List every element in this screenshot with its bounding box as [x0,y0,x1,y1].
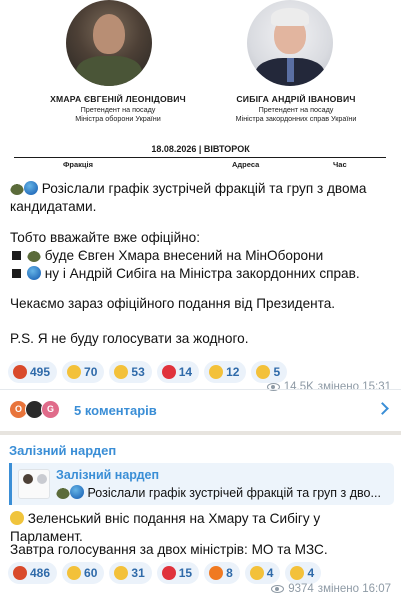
reaction-heart[interactable]: 15 [156,562,200,584]
post2-text-line2: Завтра голосування за двох міністрів: МО… [10,542,328,557]
reaction-heart[interactable]: 14 [156,361,200,383]
crown-icon [10,511,24,525]
post-bullet-2: ну і Андрій Сибіга на Міністра закордонн… [10,265,394,283]
post-text-line3: Чекаємо зараз офіційного подання від Пре… [10,296,336,311]
candidate-1-name: ХМАРА ЄВГЕНІЙ ЛЕОНІДОВИЧ [50,94,186,104]
scream-face-icon [290,566,305,580]
quote-text: Розіслали графік зустрічей фракцій та гр… [56,485,392,500]
reaction-thumbs-up[interactable]: 53 [109,361,152,383]
comments-button[interactable]: O G 5 коментарів [0,390,401,431]
red-heart-icon [161,365,176,379]
candidate-2-role: Претендент на посаду [258,105,334,114]
reaction-angry[interactable]: 486 [8,562,58,584]
quote-thumbnail [18,469,50,499]
fire-icon [209,566,224,580]
candidate-1-role-position: Міністра оборони України [75,114,161,123]
post-bullet-1: буде Євген Хмара внесений на МінОборони [10,247,394,265]
reaction-rofl[interactable]: 31 [109,562,152,584]
military-helmet-icon [27,248,41,262]
reaction-exploding-head[interactable]: 5 [251,361,288,383]
angry-face-icon [13,365,27,379]
view-count: 9374 [288,583,314,595]
comments-label: 5 коментарів [74,403,157,418]
thumbs-up-icon [114,365,129,379]
reaction-fire[interactable]: 8 [204,562,240,584]
column-header-address: Адреса [232,160,260,169]
candidate-1-caption: ХМАРА ЄВГЕНІЙ ЛЕОНІДОВИЧ Претендент на п… [48,94,188,123]
reactions-bar: 495 70 53 14 12 5 [8,361,288,383]
post-text-line4: P.S. Я не буду голосувати за жодного. [10,331,249,346]
red-heart-icon [161,566,176,580]
chevron-right-icon [376,402,389,415]
military-helmet-icon [56,485,70,499]
thumbs-up-icon [249,566,264,580]
crying-face-icon [209,365,224,379]
reactions-bar: 486 60 31 15 8 4 4 [8,562,322,584]
candidate-2-name: СИБІГА АНДРІЙ ІВАНОВИЧ [236,94,356,104]
channel-post: ХМАРА ЄВГЕНІЙ ЛЕОНІДОВИЧ Претендент на п… [0,0,401,431]
angry-face-icon [13,566,27,580]
rofl-face-icon [67,365,82,379]
schedule-divider [14,157,386,158]
edited-time: змінено 16:07 [317,583,391,595]
channel-post: Залізний нардеп Залізний нардеп Розіслал… [0,435,401,600]
reaction-exploding-head[interactable]: 60 [62,562,105,584]
quote-author: Залізний нардеп [56,468,160,482]
post-text-line2: Тобто вважайте вже офіційно: [10,230,201,245]
column-header-faction: Фракція [63,160,93,169]
reaction-thumbs-up[interactable]: 4 [244,562,281,584]
black-square-icon [12,251,21,260]
post-author[interactable]: Залізний нардеп [9,443,116,458]
commenter-avatar: G [41,400,60,419]
globe-icon [24,181,38,195]
reaction-rofl[interactable]: 70 [62,361,105,383]
candidate-2-role-position: Міністра закордонних справ України [235,114,357,123]
schedule-date: 18.08.2026 | ВІВТОРОК [151,144,250,154]
column-header-time: Час [333,160,347,169]
reaction-scream[interactable]: 4 [285,562,322,584]
reaction-angry[interactable]: 495 [8,361,58,383]
globe-icon [70,485,84,499]
candidate-2-caption: СИБІГА АНДРІЙ ІВАНОВИЧ Претендент на пос… [216,94,376,123]
globe-icon [27,266,41,280]
post-text-line1: Розіслали графік зустрічей фракцій та гр… [10,181,367,214]
exploding-head-icon [256,365,271,379]
candidate-2-photo [247,0,333,86]
black-square-icon [12,269,21,278]
post-meta: 9374 змінено 16:07 [271,583,391,595]
rofl-face-icon [114,566,129,580]
candidate-1-photo [66,0,152,86]
exploding-head-icon [67,566,82,580]
schedule-image[interactable]: ХМАРА ЄВГЕНІЙ ЛЕОНІДОВИЧ Претендент на п… [0,0,401,174]
military-helmet-icon [10,181,24,195]
reply-quote[interactable]: Залізний нардеп Розіслали графік зустріч… [9,463,394,505]
eye-icon [271,585,285,593]
reaction-crying[interactable]: 12 [204,361,247,383]
candidate-1-role: Претендент на посаду [80,105,156,114]
